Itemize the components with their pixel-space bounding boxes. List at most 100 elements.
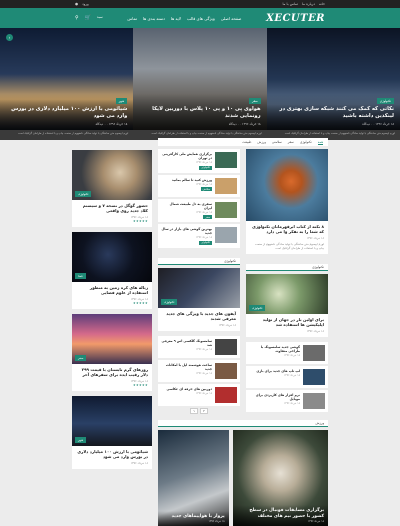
list-item[interactable]: دوربین های حرفه ای عکاسی ۱۸ خرداد ۱۳۹۶ <box>158 383 240 406</box>
post-title[interactable]: نرم افزار های کاربردی برای موبایل <box>249 393 300 401</box>
list-item[interactable]: لپ تاپ های جدید برای بازی ۱۸ خرداد ۱۳۹۶ <box>246 366 328 388</box>
post-title[interactable]: سامسونگ گلکسی اس ۹ معرفی شد <box>161 339 212 347</box>
post-title[interactable]: گوشی جدید سامسونگ با طراحی متفاوت <box>249 345 300 353</box>
slide-tag[interactable]: سفر <box>248 98 261 104</box>
post-title[interactable]: برگزاری همایش ملی کارآفرینی در تهران <box>161 152 212 160</box>
search-icon[interactable]: ⚲ <box>75 15 79 21</box>
category-badge[interactable]: سفر <box>203 215 212 219</box>
category-badge[interactable]: تکنولوژی <box>161 298 178 305</box>
post-thumbnail[interactable] <box>215 177 237 194</box>
tile-meta: ۱۸ خرداد ۱۳۹۶ <box>307 520 324 523</box>
menu-item-home[interactable]: صفحه اصلی <box>221 16 242 21</box>
post-thumbnail[interactable] <box>215 201 237 218</box>
list-item[interactable]: سامسونگ گلکسی اس ۹ معرفی شد ۱۸ خرداد ۱۳۹… <box>158 335 240 358</box>
page-button[interactable]: ۲ <box>200 407 208 414</box>
featured-post[interactable]: ۸ نکته از کتاب ابرقهرمانان تکنولوژی که ش… <box>246 149 328 254</box>
menu-item-categories[interactable]: دسته بندی ها <box>143 16 165 21</box>
list-item[interactable]: ورزش کنید تا سالم بمانید ۱۸ خرداد ۱۳۹۶ س… <box>158 174 240 197</box>
post-meta: ۱۸ خرداد ۱۳۹۶ <box>195 347 212 351</box>
slide[interactable]: ‹ شهر شیائومی با ارزش ۱۰۰ میلیارد دلاری … <box>0 28 134 130</box>
post-image[interactable]: فضا <box>72 232 152 282</box>
post-card[interactable]: تکنولوژی آیفون های جدید با ویژگی های جدی… <box>158 267 240 331</box>
post-title[interactable]: ورزش کنید تا سالم بمانید <box>161 178 212 182</box>
post-image[interactable]: سفر <box>72 314 152 364</box>
slide-title[interactable]: هواوی پی ۱۰ و پی ۱۰ پلاس با دوربین لایکا… <box>139 106 261 120</box>
post-image[interactable]: تکنولوژی <box>158 267 240 308</box>
menu-item-layers[interactable]: لایه ها <box>171 16 181 21</box>
post-card[interactable]: فضا زباله های کره زمین به منظور استفاده … <box>72 232 152 309</box>
post-image[interactable]: تکنولوژی <box>246 274 328 314</box>
feature-tile[interactable]: برگزاری مسابقات فوتبال در سطح کشور با حض… <box>232 430 328 526</box>
category-badge[interactable]: سلامتی <box>200 187 212 191</box>
post-title[interactable]: روزهای گرم تابستان با قیمت ۲۹۹ دلار رقیب… <box>76 367 148 377</box>
menu-item-contact[interactable]: تماس <box>127 16 137 21</box>
post-title[interactable]: دوربین های حرفه ای عکاسی <box>161 387 213 391</box>
menu-item-features[interactable]: ویژگی های قالب <box>187 16 215 21</box>
slide[interactable]: تکنولوژی نکاتی که کمک می کنند شبکه سازی … <box>266 28 400 130</box>
list-item[interactable]: بهترین گوشی های بازار در سال جدید ۱۸ خرد… <box>158 224 240 248</box>
post-meta: ۱۸ خرداد ۱۳۹۶ <box>130 461 148 465</box>
post-meta: ۱۸ خرداد ۱۳۹۶ <box>195 236 212 239</box>
list-item[interactable]: برگزاری همایش ملی کارآفرینی در تهران ۱۸ … <box>158 149 240 173</box>
category-badge[interactable]: تکنولوژی <box>249 305 266 311</box>
user-icon[interactable]: ● <box>75 2 78 6</box>
post-image[interactable] <box>246 149 328 221</box>
post-title[interactable]: بهترین گوشی های بازار در سال جدید <box>161 227 212 235</box>
post-thumbnail[interactable] <box>215 362 237 379</box>
post-title[interactable]: لپ تاپ های جدید برای بازی <box>249 369 300 373</box>
site-logo[interactable]: XECUTER <box>266 13 325 24</box>
topbar-link[interactable]: تماس با ما <box>282 2 298 6</box>
post-thumbnail[interactable] <box>303 393 325 409</box>
slide[interactable]: سفر هواوی پی ۱۰ و پی ۱۰ پلاس با دوربین ل… <box>133 28 267 130</box>
post-card[interactable]: شهر شیائومی با ارزش ۱۰۰ میلیارد دلاری در… <box>72 396 152 469</box>
category-badge[interactable]: تکنولوژی <box>75 191 92 197</box>
post-image[interactable]: شهر <box>72 396 152 446</box>
post-title[interactable]: ساعت هوشمند اپل با امکانات جدید <box>161 363 212 371</box>
page-button[interactable]: ۱ <box>190 407 198 414</box>
post-card[interactable]: تکنولوژی برای اولین بار در جهان از تولید… <box>246 274 328 337</box>
category-badge[interactable]: تکنولوژی <box>199 240 212 245</box>
slider-prev-icon[interactable]: ‹ <box>6 34 13 41</box>
tile-title[interactable]: برگزاری مسابقات فوتبال در سطح کشور با حض… <box>237 508 324 519</box>
slide-meta: ۱۸ خرداد ۱۳۹۶ · ۰ دیدگاه <box>228 122 261 126</box>
slide-tag[interactable]: شهر <box>115 98 128 104</box>
post-card[interactable]: تکنولوژی حضور گوگل در نسخه ۷ و سیستم کلا… <box>72 150 152 227</box>
category-badge[interactable]: شهر <box>75 437 87 443</box>
tile-title[interactable]: پرواز با هواپیماهای جدید <box>162 514 225 520</box>
slide-desc: لورم ایپسوم متن ساختگی با تولید سادگی نا… <box>18 132 129 135</box>
post-thumbnail[interactable] <box>303 345 325 361</box>
post-thumbnail[interactable] <box>215 227 237 243</box>
post-thumbnail[interactable] <box>303 369 325 385</box>
login-link[interactable]: ورود <box>82 2 89 6</box>
post-title[interactable]: سفری به دل طبیعت شمال ایران <box>161 202 212 210</box>
cart-icon[interactable]: 🛒 <box>85 15 91 21</box>
category-badge[interactable]: فضا <box>75 273 86 279</box>
post-thumbnail[interactable] <box>215 338 237 355</box>
post-title[interactable]: آیفون های جدید با ویژگی های جدید معرفی ش… <box>162 311 236 321</box>
post-meta: ۱۸ خرداد ۱۳۹۶ <box>195 391 212 395</box>
list-item[interactable]: ساعت هوشمند اپل با امکانات جدید ۱۸ خرداد… <box>158 359 240 382</box>
cart-label[interactable]: سبد <box>97 15 103 21</box>
post-meta: ۱۸ خرداد ۱۳۹۶ <box>218 322 236 327</box>
category-badge[interactable]: تکنولوژی <box>199 165 212 170</box>
list-item[interactable]: سفری به دل طبیعت شمال ایران ۱۸ خرداد ۱۳۹… <box>158 198 240 222</box>
feature-tile[interactable]: پرواز با هواپیماهای جدید ۱۸ خرداد ۱۳۹۶ <box>158 430 229 526</box>
post-title[interactable]: برای اولین بار در جهان از تولید اپلیکیشن… <box>250 317 324 327</box>
category-badge[interactable]: سفر <box>75 355 87 361</box>
post-title[interactable]: شیائومی با ارزش ۱۰۰ میلیارد دلاری در بور… <box>76 449 148 459</box>
slide-tag[interactable]: تکنولوژی <box>376 98 394 104</box>
post-thumbnail[interactable] <box>215 152 237 168</box>
list-item[interactable]: نرم افزار های کاربردی برای موبایل ۱۸ خرد… <box>246 390 328 412</box>
post-title[interactable]: ۸ نکته از کتاب ابرقهرمانان تکنولوژی که ش… <box>250 224 324 234</box>
slide-caption: تکنولوژی نکاتی که کمک می کنند شبکه سازی … <box>266 94 400 130</box>
post-thumbnail[interactable] <box>215 386 237 403</box>
post-title[interactable]: حضور گوگل در نسخه ۷ و سیستم کلاد جدید رو… <box>76 203 148 213</box>
topbar-link[interactable]: درباره ما <box>302 2 315 6</box>
list-item[interactable]: گوشی جدید سامسونگ با طراحی متفاوت ۱۸ خرد… <box>246 342 328 364</box>
topbar-link[interactable]: خانه <box>319 2 325 6</box>
post-title[interactable]: زباله های کره زمین به منظور استفاده از ع… <box>76 285 148 295</box>
slide-title[interactable]: نکاتی که کمک می کنند شبکه سازی بهتری در … <box>273 106 394 120</box>
post-image[interactable]: تکنولوژی <box>72 150 152 200</box>
slide-title[interactable]: شیائومی با ارزش ۱۰۰ میلیارد دلاری در بور… <box>6 106 127 120</box>
post-card[interactable]: سفر روزهای گرم تابستان با قیمت ۲۹۹ دلار … <box>72 314 152 391</box>
